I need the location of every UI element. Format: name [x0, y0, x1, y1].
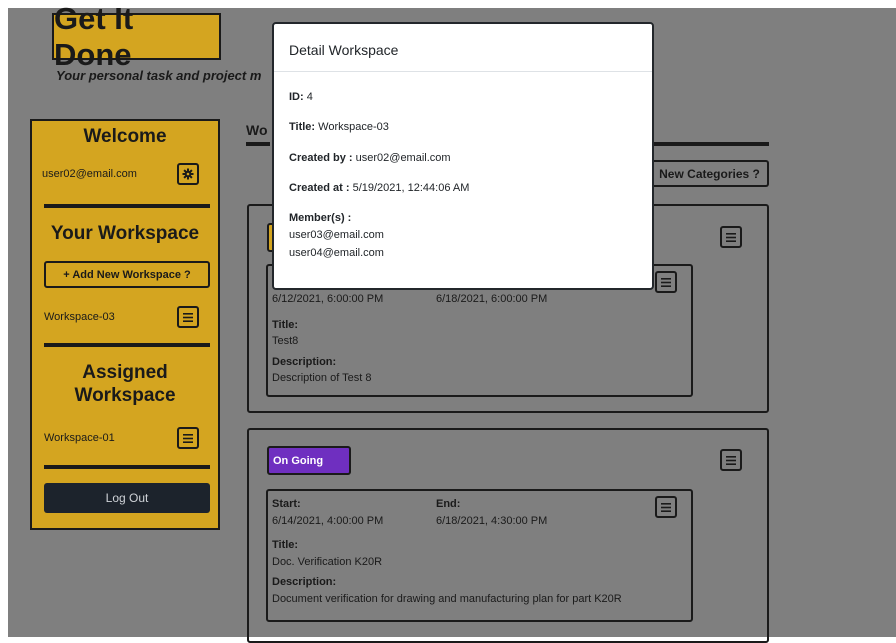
- assigned-workspace-title-line1: Assigned: [82, 362, 168, 383]
- hamburger-icon: [661, 277, 671, 287]
- status-badge[interactable]: On Going: [267, 446, 351, 475]
- category-menu-button[interactable]: [720, 226, 742, 248]
- sidebar: Welcome user02@email.com Your Workspace …: [30, 119, 220, 530]
- member-item: user04@email.com: [289, 247, 384, 259]
- add-category-button[interactable]: New Categories ?: [652, 160, 769, 187]
- workspace-created-at-row: Created at : 5/19/2021, 12:44:06 AM: [289, 182, 469, 194]
- workspace-tab[interactable]: Wo: [246, 122, 268, 138]
- workspace-id-label: ID:: [289, 91, 304, 103]
- task-end-value: 6/18/2021, 4:30:00 PM: [436, 515, 548, 527]
- your-workspace-title: Your Workspace: [50, 223, 200, 244]
- user-settings-button[interactable]: [177, 163, 199, 185]
- hamburger-icon: [726, 232, 736, 242]
- sidebar-divider: [44, 204, 210, 208]
- task-description-label: Description:: [272, 576, 337, 588]
- hamburger-icon: [183, 312, 193, 322]
- tab-underline: [246, 142, 270, 146]
- hamburger-icon: [183, 433, 193, 443]
- workspace-created-by-label: Created by :: [289, 152, 353, 164]
- workspace-title-value: Workspace-03: [318, 121, 389, 133]
- member-item: user03@email.com: [289, 229, 384, 241]
- workspace-created-by-row: Created by : user02@email.com: [289, 152, 451, 164]
- app-title: Get It Done: [54, 0, 134, 72]
- task-description-value: Document verification for drawing and ma…: [272, 593, 622, 605]
- task-card[interactable]: Start: End: 6/14/2021, 4:00:00 PM 6/18/2…: [266, 489, 693, 622]
- assigned-workspace-title-line2: Workspace: [74, 385, 176, 406]
- workspace-title-label: Title:: [289, 121, 316, 133]
- task-end-value: 6/18/2021, 6:00:00 PM: [436, 293, 548, 305]
- task-menu-button[interactable]: [655, 496, 677, 518]
- task-description-label: Description:: [272, 356, 337, 368]
- sidebar-divider: [44, 465, 210, 469]
- assigned-workspace-menu-button[interactable]: [177, 427, 199, 449]
- workspace-id-value: 4: [306, 91, 313, 103]
- workspace-members-label: Member(s) :: [289, 212, 351, 224]
- app-tagline: Your personal task and project m: [56, 68, 262, 83]
- detail-workspace-modal: Detail Workspace ID: 4 Title: Workspace-…: [272, 22, 654, 290]
- category-menu-button[interactable]: [720, 449, 742, 471]
- task-start-value: 6/14/2021, 4:00:00 PM: [272, 515, 384, 527]
- task-description-value: Description of Test 8: [272, 372, 372, 384]
- sidebar-divider: [44, 343, 210, 347]
- workspace-id-row: ID: 4: [289, 91, 313, 103]
- hamburger-icon: [726, 455, 736, 465]
- task-title-value: Test8: [272, 335, 299, 347]
- task-title-label: Title:: [272, 319, 299, 331]
- task-title-value: Doc. Verification K20R: [272, 556, 383, 568]
- members-label: Member(s) :: [289, 212, 352, 224]
- workspace-created-at-value: 5/19/2021, 12:44:06 AM: [352, 182, 470, 194]
- task-start-label: Start:: [272, 498, 301, 510]
- modal-header: Detail Workspace: [274, 24, 652, 72]
- workspace-title-row: Title: Workspace-03: [289, 121, 389, 133]
- status-label: On Going: [273, 454, 324, 467]
- hamburger-icon: [661, 502, 671, 512]
- workspace-created-by-value: user02@email.com: [355, 152, 451, 164]
- user-email: user02@email.com: [42, 168, 137, 180]
- sidebar-item-assigned-workspace[interactable]: Workspace-01: [44, 432, 115, 444]
- logout-button[interactable]: Log Out: [44, 483, 210, 513]
- workspace-created-at-label: Created at :: [289, 182, 350, 194]
- sidebar-item-workspace[interactable]: Workspace-03: [44, 311, 115, 323]
- modal-title: Detail Workspace: [289, 42, 399, 58]
- task-menu-button[interactable]: [655, 271, 677, 293]
- task-title-label: Title:: [272, 539, 299, 551]
- category-card: On Going Start: End: 6/14/2021, 4:00:00 …: [247, 428, 769, 643]
- tab-underline: [652, 142, 769, 146]
- app-logo: Get It Done: [52, 1, 221, 72]
- task-end-label: End:: [436, 498, 461, 510]
- workspace-menu-button[interactable]: [177, 306, 199, 328]
- gear-icon: [182, 168, 194, 180]
- welcome-title: Welcome: [83, 126, 167, 147]
- task-start-value: 6/12/2021, 6:00:00 PM: [272, 293, 384, 305]
- add-workspace-button[interactable]: + Add New Workspace ?: [44, 261, 210, 288]
